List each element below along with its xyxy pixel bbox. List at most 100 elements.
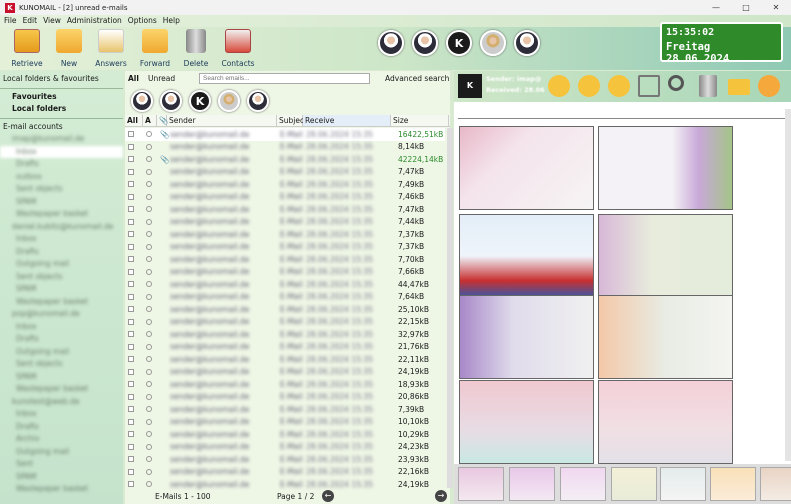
sidebar-item[interactable]: SPAM [0,371,123,384]
contacts-button[interactable]: Contacts [220,29,256,68]
menu-help[interactable]: Help [163,15,180,27]
account-filter-avatar-3[interactable] [218,90,240,112]
account-avatar-4[interactable] [514,30,540,56]
sidebar-item[interactable]: Wastepaper basket [0,383,123,396]
sidebar-item[interactable]: Inbox [0,408,123,421]
table-row[interactable]: sender@kunomail.de E-Mail 28.06.2024 15:35… [125,178,445,191]
row-checkbox[interactable] [128,281,134,288]
sidebar-item[interactable]: Sent objects [0,183,123,196]
row-checkbox[interactable] [128,468,134,475]
table-row[interactable]: sender@kunomail.de E-Mail 28.06.2024 15:35… [125,303,445,316]
row-checkbox[interactable] [128,331,134,338]
maximize-button[interactable]: □ [731,0,761,15]
account-filter-avatar-2[interactable] [160,90,182,112]
mail-icon[interactable] [728,79,750,95]
menu-file[interactable]: File [4,15,17,27]
prev-page-button[interactable]: ← [322,490,334,502]
table-row[interactable]: sender@kunomail.de E-Mail 28.06.2024 15:35… [125,241,445,254]
table-row[interactable]: 📎 sender@kunomail.de E-Mail 28.06.2024 15:3… [125,153,445,166]
account-filter-avatar-4[interactable] [247,90,269,112]
delete-button[interactable]: Delete [178,29,214,68]
attachment-col-icon[interactable]: 📎 [157,115,168,126]
sidebar-item[interactable]: pop@kunomail.de [0,308,123,321]
thumbnail[interactable] [560,467,606,501]
table-row[interactable]: 📎 sender@kunomail.de E-Mail 28.06.2024 15:3… [125,128,445,141]
sidebar-item[interactable]: Outgoing mail [0,346,123,359]
table-row[interactable]: sender@kunomail.de E-Mail 28.06.2024 15:35… [125,341,445,354]
list-scrollbar[interactable] [447,128,453,488]
stationery-card[interactable] [459,214,594,298]
row-checkbox[interactable] [128,256,134,263]
row-checkbox[interactable] [128,168,134,175]
advanced-search-link[interactable]: Advanced search [385,74,449,83]
thumbnail[interactable] [458,467,504,501]
table-row[interactable]: sender@kunomail.de E-Mail 28.06.2024 15:35… [125,266,445,279]
table-row[interactable]: sender@kunomail.de E-Mail 28.06.2024 15:35… [125,416,445,429]
col-all[interactable]: All [125,115,143,126]
table-row[interactable]: sender@kunomail.de E-Mail 28.06.2024 15:35… [125,466,445,479]
row-checkbox[interactable] [128,443,134,450]
stationery-card[interactable] [598,380,733,464]
stationery-card[interactable] [459,380,594,464]
search-icon[interactable] [668,75,684,91]
fullscreen-icon[interactable] [638,75,660,97]
stationery-card[interactable] [598,126,733,210]
compass-icon[interactable] [758,75,780,97]
table-row[interactable]: sender@kunomail.de E-Mail 28.06.2024 15:35… [125,328,445,341]
stationery-card[interactable] [598,214,733,298]
new-button[interactable]: New [51,29,87,68]
account-avatar-3[interactable] [480,30,506,56]
sidebar-item[interactable]: outbox [0,171,123,184]
row-checkbox[interactable] [128,306,134,313]
row-checkbox[interactable] [128,156,134,163]
thumbnail[interactable] [710,467,756,501]
row-checkbox[interactable] [128,481,134,488]
table-row[interactable]: sender@kunomail.de E-Mail 28.06.2024 15:35… [125,378,445,391]
col-subject[interactable]: Subjec [277,115,304,126]
sidebar-item[interactable]: Outgoing mail [0,446,123,459]
sidebar-item[interactable]: Inbox [0,321,123,334]
row-checkbox[interactable] [128,343,134,350]
row-checkbox[interactable] [128,356,134,363]
row-checkbox[interactable] [128,268,134,275]
trash-icon[interactable] [699,75,717,97]
sidebar-item[interactable]: Drafts [0,421,123,434]
kunomail-logo-icon[interactable]: K [446,30,472,56]
thumbnail[interactable] [660,467,706,501]
table-row[interactable]: sender@kunomail.de E-Mail 28.06.2024 15:35… [125,253,445,266]
table-row[interactable]: sender@kunomail.de E-Mail 28.06.2024 15:35… [125,441,445,454]
row-checkbox[interactable] [128,406,134,413]
row-checkbox[interactable] [128,293,134,300]
sidebar-item[interactable]: Drafts [0,158,123,171]
sidebar-item-favourites[interactable]: Favourites [0,91,123,104]
sidebar-item[interactable]: SPAM [0,471,123,484]
col-sender[interactable]: Sender [167,115,277,126]
sidebar-item[interactable]: daniel.kubitz@kunomail.de [0,221,123,234]
sidebar-item[interactable]: Sent objects [0,358,123,371]
account-filter-avatar-1[interactable] [131,90,153,112]
col-size[interactable]: Size [391,115,449,126]
sidebar-item[interactable]: Sent objects [0,271,123,284]
sidebar-item[interactable]: Wastepaper basket [0,208,123,221]
menu-options[interactable]: Options [128,15,157,27]
minimize-button[interactable]: — [701,0,731,15]
table-row[interactable]: sender@kunomail.de E-Mail 28.06.2024 15:35… [125,403,445,416]
kunomail-filter-icon[interactable]: K [189,90,211,112]
search-input[interactable] [199,73,370,84]
sidebar-item[interactable]: Wastepaper basket [0,483,123,496]
sidebar-item[interactable]: Outgoing mail [0,258,123,271]
row-checkbox[interactable] [128,193,134,200]
row-checkbox[interactable] [128,393,134,400]
row-checkbox[interactable] [128,218,134,225]
table-row[interactable]: sender@kunomail.de E-Mail 28.06.2024 15:35… [125,203,445,216]
menu-view[interactable]: View [43,15,61,27]
row-checkbox[interactable] [128,381,134,388]
close-button[interactable]: ✕ [761,0,791,15]
menu-edit[interactable]: Edit [23,15,38,27]
row-checkbox[interactable] [128,206,134,213]
row-checkbox[interactable] [128,231,134,238]
table-row[interactable]: sender@kunomail.de E-Mail 28.06.2024 15:35… [125,428,445,441]
table-row[interactable]: sender@kunomail.de E-Mail 28.06.2024 15:35… [125,228,445,241]
answers-button[interactable]: Answers [93,29,129,68]
thumbnail[interactable] [509,467,555,501]
